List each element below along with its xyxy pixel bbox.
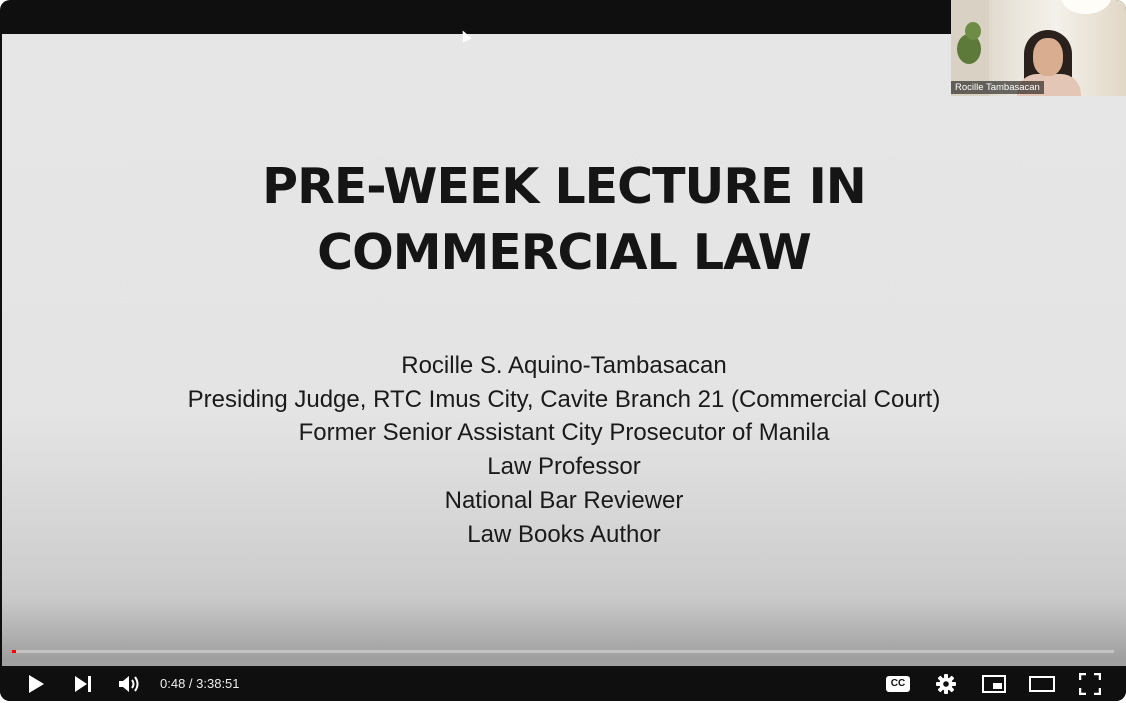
- slide-details: Rocille S. Aquino-Tambasacan Presiding J…: [2, 349, 1126, 551]
- slide-title-line: COMMERCIAL LAW: [317, 224, 812, 281]
- miniplayer-icon: [982, 674, 1006, 693]
- volume-icon: [119, 675, 139, 692]
- video-player[interactable]: PRE-WEEK LECTURE IN COMMERCIAL LAW Rocil…: [0, 0, 1126, 701]
- presenter-credential: National Bar Reviewer: [444, 486, 684, 514]
- play-icon: [29, 674, 44, 693]
- slide-frame[interactable]: PRE-WEEK LECTURE IN COMMERCIAL LAW Rocil…: [2, 34, 1126, 666]
- slide-title-line: PRE-WEEK LECTURE IN: [262, 158, 867, 215]
- next-button[interactable]: [66, 666, 100, 701]
- progress-bar[interactable]: [12, 650, 1114, 653]
- participant-face: [1033, 38, 1063, 76]
- captions-button[interactable]: CC: [880, 666, 916, 701]
- theater-mode-button[interactable]: [1024, 666, 1060, 701]
- settings-button[interactable]: [928, 666, 964, 701]
- presenter-role: Presiding Judge, RTC Imus City, Cavite B…: [187, 385, 941, 413]
- progress-played: [12, 650, 17, 653]
- fullscreen-icon: [1079, 672, 1101, 695]
- theater-icon: [1029, 675, 1055, 692]
- presenter-former-role: Former Senior Assistant City Prosecutor …: [298, 419, 830, 447]
- participant-name-label: Rocille Tambasacan: [951, 81, 1044, 94]
- captions-icon: CC: [885, 675, 911, 692]
- volume-button[interactable]: [112, 666, 148, 701]
- fullscreen-button[interactable]: [1072, 666, 1108, 701]
- webcam-thumbnail: Rocille Tambasacan: [951, 0, 1126, 96]
- player-controls: 0:48 / 3:38:51 CC: [0, 666, 1126, 701]
- plant-graphic: [965, 22, 981, 40]
- presenter-credential: Law Professor: [487, 453, 641, 481]
- miniplayer-button[interactable]: [976, 666, 1012, 701]
- next-icon: [75, 675, 91, 692]
- presenter-name: Rocille S. Aquino-Tambasacan: [401, 352, 727, 379]
- time-display: 0:48 / 3:38:51: [160, 676, 240, 691]
- presenter-credential: Law Books Author: [467, 520, 661, 548]
- lamp-graphic: [1061, 0, 1111, 14]
- slide-title: PRE-WEEK LECTURE IN COMMERCIAL LAW: [2, 154, 1126, 286]
- play-button[interactable]: [18, 666, 54, 701]
- settings-icon: [936, 673, 956, 694]
